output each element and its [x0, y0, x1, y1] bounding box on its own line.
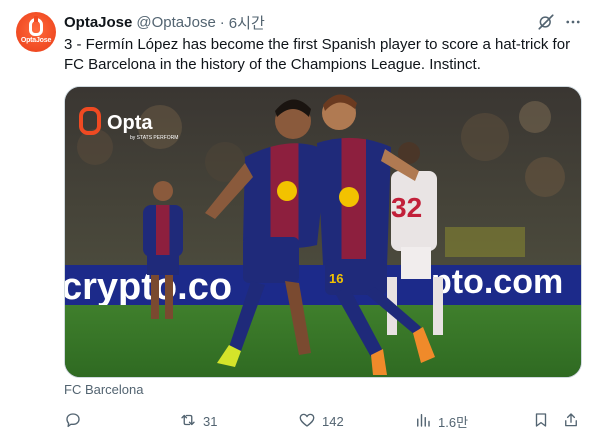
- share-icon: [562, 411, 580, 432]
- like-button[interactable]: 142: [298, 408, 344, 434]
- like-count: 142: [322, 413, 344, 429]
- reply-icon: [64, 411, 82, 432]
- tweet-header: OptaJose @OptaJose · 6시간: [64, 12, 265, 32]
- reply-button[interactable]: [64, 408, 88, 434]
- bookmark-icon: [532, 411, 550, 432]
- tweet-media[interactable]: crypto.co pto.com 32 27: [64, 86, 582, 378]
- author-handle[interactable]: @OptaJose: [136, 14, 215, 31]
- retweet-button[interactable]: 31: [179, 408, 217, 434]
- opta-watermark-brand: Opta: [107, 112, 153, 134]
- grok-icon[interactable]: [537, 13, 555, 31]
- opta-logo-icon: [29, 16, 43, 36]
- tweet-text: 3 - Fermín López has become the first Sp…: [64, 36, 571, 73]
- author-name[interactable]: OptaJose: [64, 14, 132, 31]
- bookmark-button[interactable]: [532, 408, 550, 434]
- opponent-number: 32: [391, 192, 422, 223]
- like-icon: [298, 411, 316, 432]
- views-count: 1.6만: [438, 414, 469, 430]
- views-button[interactable]: 1.6만: [414, 408, 468, 434]
- views-icon: [414, 411, 432, 432]
- match-photo: crypto.co pto.com 32 27: [65, 87, 581, 377]
- separator-dot: ·: [219, 13, 225, 31]
- action-bar: 31 142 1.6만: [64, 408, 584, 434]
- tweet[interactable]: OptaJose OptaJose @OptaJose · 6시간 3 - Fe…: [0, 0, 598, 442]
- player-right-number: 16: [329, 271, 343, 286]
- timestamp[interactable]: 6시간: [229, 12, 265, 33]
- opta-watermark-sub: by STATS PERFORM: [130, 135, 178, 141]
- retweet-icon: [179, 411, 197, 432]
- ad-board-right: pto.com: [431, 263, 563, 301]
- retweet-count: 31: [203, 413, 218, 429]
- more-icon[interactable]: [564, 13, 582, 31]
- share-button[interactable]: [562, 408, 580, 434]
- avatar-label: OptaJose: [20, 37, 52, 44]
- avatar[interactable]: OptaJose: [16, 12, 56, 52]
- media-credit[interactable]: FC Barcelona: [64, 382, 143, 397]
